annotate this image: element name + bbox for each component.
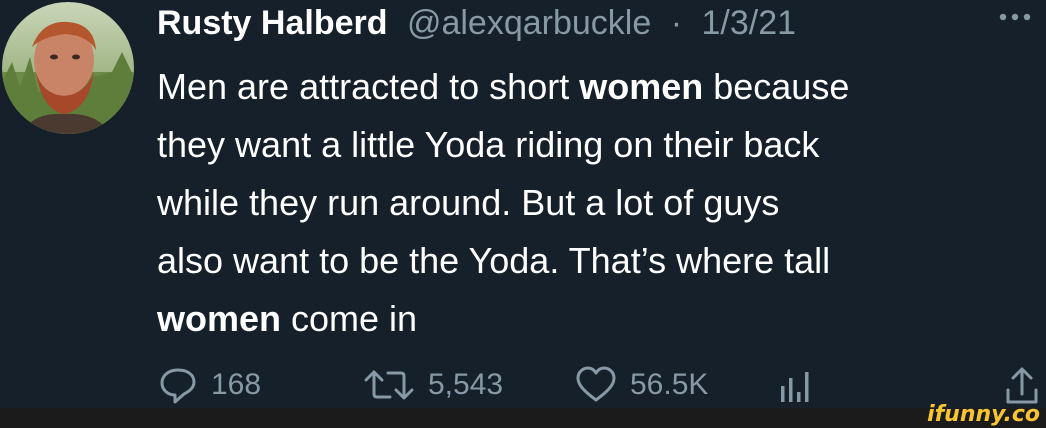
retweet-icon	[364, 370, 414, 400]
display-name[interactable]: Rusty Halberd	[157, 4, 388, 42]
heart-icon	[576, 366, 616, 402]
retweet-count: 5,543	[428, 368, 504, 401]
tweet-line-5: women come in	[157, 290, 1046, 348]
header-separator: ·	[670, 4, 683, 42]
avatar-image	[2, 2, 134, 134]
tweet-text-segment: because	[703, 66, 850, 107]
tweet-line-2: they want a little Yoda riding on their …	[157, 124, 820, 165]
reply-icon	[160, 368, 196, 404]
analytics-icon	[781, 372, 809, 402]
tweet-actions: 168 5,543 56.5K	[157, 362, 1046, 408]
reply-count: 168	[211, 368, 262, 401]
reply-button[interactable]: 168	[157, 362, 261, 408]
user-handle[interactable]: @alexqarbuckle	[407, 4, 651, 42]
share-icon	[1006, 367, 1038, 404]
ifunny-watermark: ifunny.co	[927, 402, 1040, 427]
tweet-date[interactable]: 1/3/21	[702, 4, 797, 42]
tweet-line-3: while they run around. But a lot of guys	[157, 182, 780, 223]
tweet-line-4: also want to be the Yoda. That’s where t…	[157, 240, 831, 281]
tweet-header: Rusty Halberd @alexqarbuckle · 1/3/21	[157, 0, 1037, 50]
analytics-button[interactable]	[777, 362, 813, 408]
tweet-text-bold: women	[579, 66, 704, 107]
watermark-bar	[0, 408, 1046, 428]
tweet-text-segment: Men are attracted to short	[157, 66, 580, 107]
tweet-line-1: Men are attracted to short women because	[157, 58, 1046, 116]
tweet-text-bold: women	[157, 298, 282, 339]
tweet-text-segment: come in	[281, 298, 418, 339]
more-options-button[interactable]	[998, 10, 1032, 24]
like-button[interactable]: 56.5K	[574, 362, 708, 408]
tweet-text: Men are attracted to short women because…	[157, 58, 1046, 348]
avatar[interactable]	[2, 2, 134, 134]
retweet-button[interactable]: 5,543	[362, 362, 503, 408]
tweet-card: Rusty Halberd @alexqarbuckle · 1/3/21 Me…	[0, 0, 1046, 428]
more-horizontal-icon	[999, 13, 1031, 21]
like-count: 56.5K	[630, 368, 709, 401]
